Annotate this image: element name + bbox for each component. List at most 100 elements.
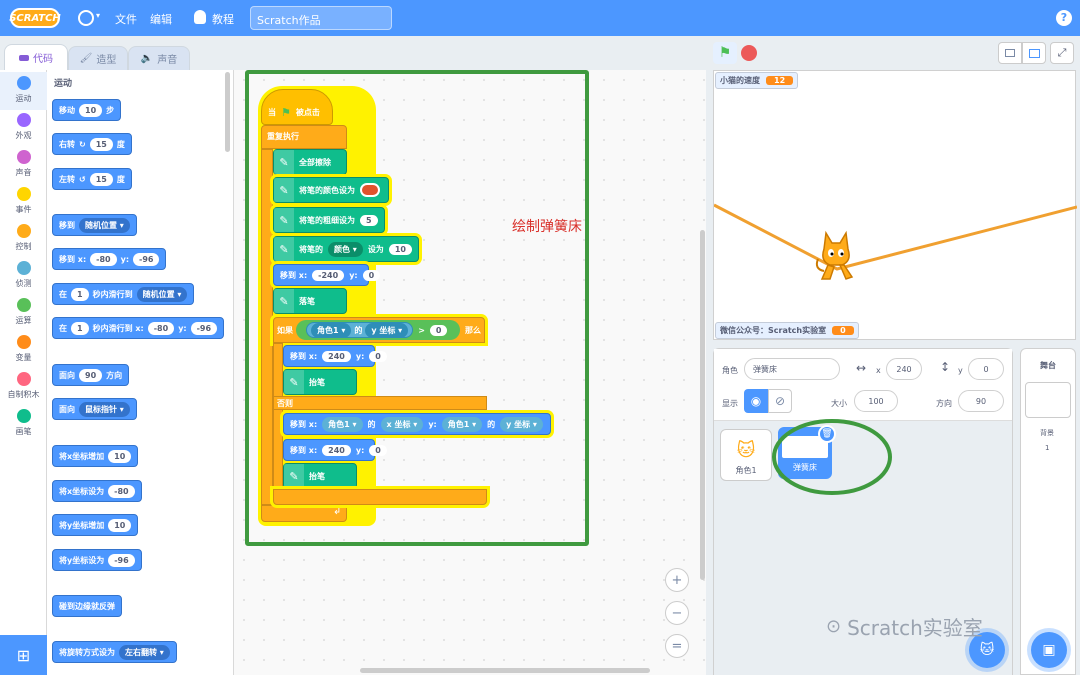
block-input[interactable]: 15 bbox=[89, 137, 113, 151]
block-input[interactable]: -96 bbox=[108, 553, 135, 567]
block-input[interactable]: -96 bbox=[133, 252, 160, 266]
help-icon[interactable]: ? bbox=[1056, 10, 1072, 26]
tab-code[interactable]: 代码 bbox=[4, 44, 68, 70]
block-rotation-style[interactable]: 将旋转方式设为 左右翻转 ▾ bbox=[52, 641, 177, 663]
category-7[interactable]: 变量 bbox=[0, 331, 47, 369]
block-input[interactable]: 15 bbox=[89, 172, 113, 186]
category-5[interactable]: 侦测 bbox=[0, 257, 47, 295]
category-label: 事件 bbox=[15, 205, 32, 214]
sprite-thumb-cat[interactable]: 🐱 角色1 bbox=[720, 429, 772, 481]
fullscreen-button[interactable]: ⤢ bbox=[1050, 42, 1074, 64]
add-extension-button[interactable]: ⊞ bbox=[0, 635, 47, 675]
block-point-direction[interactable]: 面向 90 方向 bbox=[52, 364, 130, 386]
category-8[interactable]: 自制积木 bbox=[0, 368, 47, 406]
category-2[interactable]: 声音 bbox=[0, 146, 47, 184]
script-horizontal-scrollbar[interactable] bbox=[360, 668, 650, 673]
block-dropdown[interactable]: 左右翻转 ▾ bbox=[119, 644, 170, 660]
block-input[interactable]: 1 bbox=[71, 321, 89, 335]
block-bounce[interactable]: 碰到边缘就反弹 bbox=[52, 595, 122, 617]
block-dropdown[interactable]: 随机位置 ▾ bbox=[136, 286, 188, 302]
sprite-x-input[interactable]: 240 bbox=[886, 358, 922, 380]
block-input[interactable]: -80 bbox=[147, 321, 175, 335]
category-label: 声音 bbox=[15, 168, 32, 177]
block-label: 方向 bbox=[106, 370, 123, 380]
stop-button[interactable] bbox=[741, 45, 757, 61]
block-input[interactable]: 10 bbox=[108, 449, 132, 463]
category-dot-icon bbox=[16, 113, 31, 127]
tab-sounds[interactable]: 🔈 声音 bbox=[128, 46, 190, 70]
block-glide-random[interactable]: 在 1 秒内滑行到 随机位置 ▾ bbox=[52, 283, 195, 305]
stage-thumbnail[interactable] bbox=[1025, 382, 1071, 418]
sprite-name-input[interactable]: 弹簧床 bbox=[744, 358, 840, 380]
block-goto-xy[interactable]: 移到 x: -80 y: -96 bbox=[52, 248, 167, 270]
block-change-y[interactable]: 将y坐标增加 10 bbox=[52, 514, 139, 536]
zoom-in-button[interactable]: + bbox=[665, 568, 689, 592]
menu-edit[interactable]: 编辑 bbox=[150, 11, 172, 27]
block-label: 步 bbox=[106, 105, 115, 115]
block-change-x[interactable]: 将x坐标增加 10 bbox=[52, 445, 139, 467]
category-dot-icon bbox=[16, 76, 31, 90]
small-stage-button[interactable] bbox=[998, 42, 1022, 64]
block-input[interactable]: 10 bbox=[108, 518, 132, 532]
block-dropdown[interactable]: 随机位置 ▾ bbox=[79, 217, 130, 233]
tab-costumes[interactable]: 🖌 造型 bbox=[68, 46, 128, 70]
size-label: 大小 bbox=[831, 399, 847, 408]
block-input[interactable]: 10 bbox=[79, 103, 103, 117]
block-label: 移到 bbox=[59, 220, 75, 230]
block-turn-left[interactable]: 左转 ↺ 15 度 bbox=[52, 168, 132, 190]
block-dropdown[interactable]: 鼠标指针 ▾ bbox=[79, 401, 130, 417]
globe-icon[interactable] bbox=[78, 10, 94, 26]
normal-stage-button[interactable] bbox=[1022, 42, 1046, 64]
scratch-logo[interactable]: SCRATCH bbox=[9, 8, 61, 28]
lightbulb-icon[interactable] bbox=[194, 10, 206, 24]
block-label: 在 bbox=[59, 289, 67, 299]
sprite-y-input[interactable]: 0 bbox=[968, 358, 1004, 380]
category-dot-icon bbox=[16, 335, 31, 349]
block-input[interactable]: 90 bbox=[79, 368, 103, 382]
wechat-icon: ⊙ bbox=[826, 616, 842, 637]
zoom-reset-button[interactable]: = bbox=[665, 634, 689, 658]
block-move-steps[interactable]: 移动 10 步 bbox=[52, 99, 122, 121]
block-input[interactable]: 1 bbox=[71, 287, 89, 301]
choose-backdrop-button[interactable]: ▣ bbox=[1031, 632, 1067, 668]
block-glide-xy[interactable]: 在 1 秒内滑行到 x: -80 y: -96 bbox=[52, 317, 225, 339]
block-turn-right[interactable]: 右转 ↻ 15 度 bbox=[52, 133, 132, 155]
category-4[interactable]: 控制 bbox=[0, 220, 47, 258]
category-6[interactable]: 运算 bbox=[0, 294, 47, 332]
language-chevron-icon[interactable]: ▾ bbox=[96, 11, 100, 20]
sprite-direction-input[interactable]: 90 bbox=[958, 390, 1004, 412]
category-3[interactable]: 事件 bbox=[0, 183, 47, 221]
category-1[interactable]: 外观 bbox=[0, 109, 47, 147]
extension-icon: ⊞ bbox=[16, 645, 31, 665]
block-label: 将y坐标增加 bbox=[59, 520, 105, 530]
monitor-value: 0 bbox=[832, 326, 854, 335]
block-label: 将旋转方式设为 bbox=[59, 647, 115, 657]
show-hidden-button[interactable]: ⊘ bbox=[768, 389, 792, 413]
project-title-input[interactable]: Scratch作品 bbox=[250, 6, 392, 30]
block-set-x[interactable]: 将x坐标设为 -80 bbox=[52, 480, 142, 502]
cat-sprite[interactable] bbox=[812, 229, 858, 283]
block-goto-random[interactable]: 移到 随机位置 ▾ bbox=[52, 214, 137, 236]
block-point-towards[interactable]: 面向 鼠标指针 ▾ bbox=[52, 398, 137, 420]
block-set-y[interactable]: 将y坐标设为 -96 bbox=[52, 549, 142, 571]
monitor-label: 小猫的速度 bbox=[720, 76, 760, 85]
stage-canvas[interactable] bbox=[713, 70, 1077, 340]
block-label: 左转 bbox=[59, 174, 75, 184]
variable-monitor-speed[interactable]: 小猫的速度 12 bbox=[715, 72, 799, 89]
menu-tutorials[interactable]: 教程 bbox=[212, 11, 234, 27]
category-9[interactable]: 画笔 bbox=[0, 405, 47, 443]
block-input[interactable]: -96 bbox=[190, 321, 218, 335]
backdrops-label: 背景 bbox=[1040, 429, 1054, 437]
variable-monitor-wechat[interactable]: 微信公众号：Scratch实验室 0 bbox=[715, 322, 859, 339]
x-label: x bbox=[876, 366, 881, 375]
palette-scrollbar[interactable] bbox=[225, 72, 230, 152]
menu-file[interactable]: 文件 bbox=[115, 11, 137, 27]
green-flag-button[interactable]: ⚑ bbox=[713, 42, 737, 64]
sprite-size-input[interactable]: 100 bbox=[854, 390, 898, 412]
block-input[interactable]: -80 bbox=[108, 484, 135, 498]
show-visible-button[interactable]: ◉ bbox=[744, 389, 768, 413]
script-vertical-scrollbar[interactable] bbox=[700, 230, 705, 580]
block-input[interactable]: -80 bbox=[90, 252, 117, 266]
zoom-out-button[interactable]: − bbox=[665, 601, 689, 625]
category-0[interactable]: 运动 bbox=[0, 72, 47, 110]
